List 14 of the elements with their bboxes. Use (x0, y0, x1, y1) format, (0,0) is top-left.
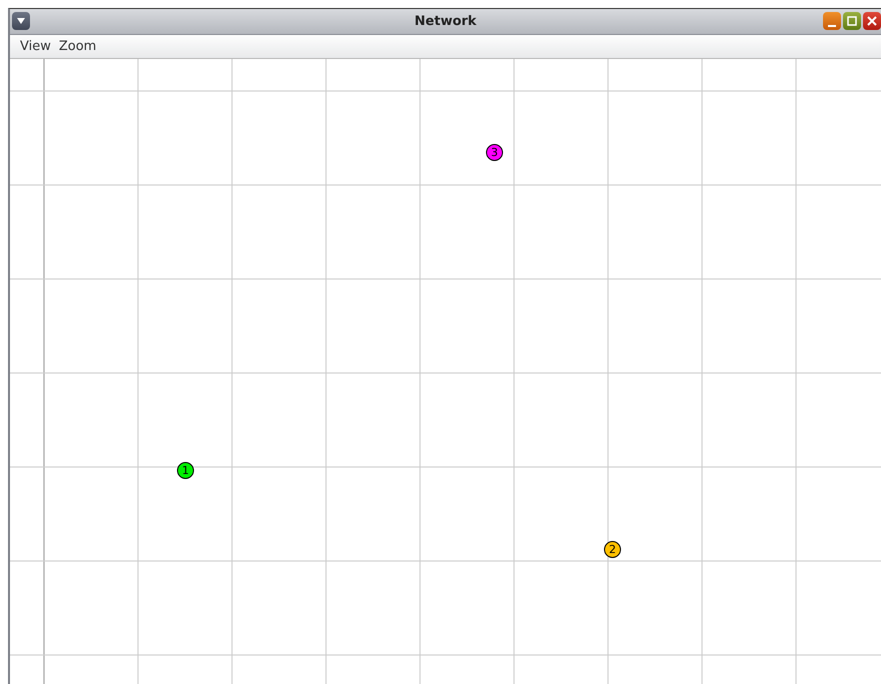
window-menu-button[interactable] (12, 12, 30, 30)
close-button[interactable] (863, 12, 881, 30)
network-node[interactable]: 3 (486, 144, 503, 161)
menu-item[interactable]: Zoom (58, 39, 96, 54)
minimize-button[interactable] (823, 12, 841, 30)
maximize-icon (847, 16, 857, 26)
caret-icon (17, 18, 25, 24)
network-node[interactable]: 2 (604, 541, 621, 558)
network-node[interactable]: 1 (177, 462, 194, 479)
maximize-button[interactable] (843, 12, 861, 30)
close-icon (867, 16, 877, 26)
minimize-icon (828, 25, 836, 27)
menu-item[interactable]: View (20, 39, 51, 54)
window-title: Network (414, 14, 476, 29)
